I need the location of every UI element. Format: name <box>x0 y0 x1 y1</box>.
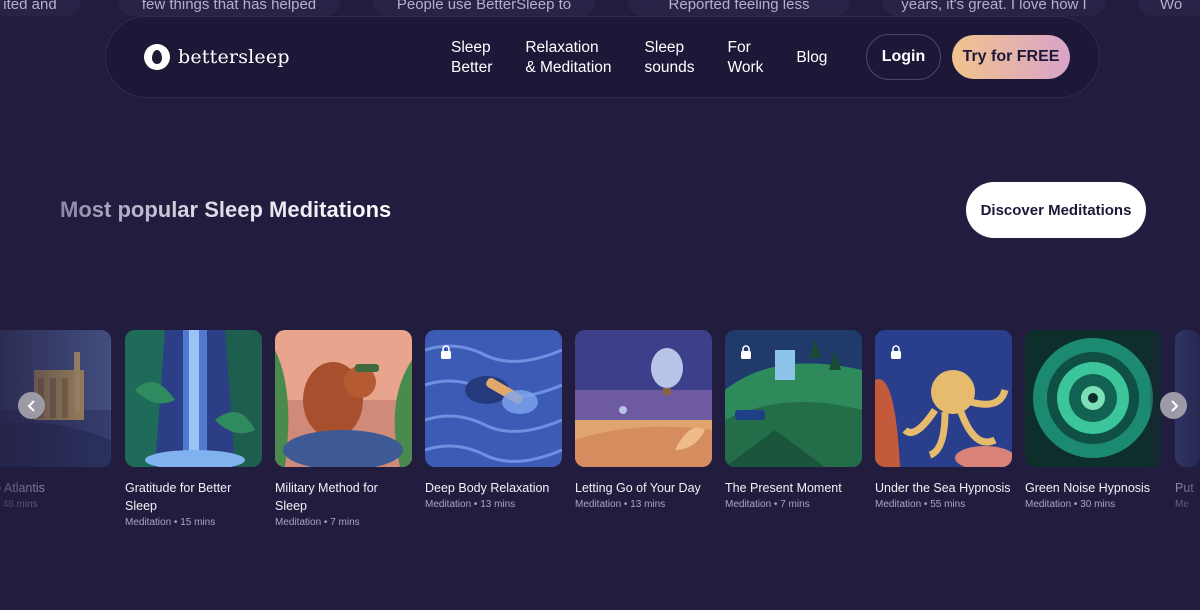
card-title: Letting Go of Your Day <box>575 481 701 495</box>
nav-link-relaxation-meditation[interactable]: Relaxation & Meditation <box>525 38 611 78</box>
nav-link-line: Blog <box>796 49 828 66</box>
card-thumbnail <box>575 330 712 467</box>
card-thumbnail <box>0 330 111 467</box>
nav-links: Sleep Better Relaxation & Meditation Sle… <box>451 17 860 99</box>
nav-link-for-work[interactable]: For Work <box>728 38 764 78</box>
login-button[interactable]: Login <box>866 34 941 80</box>
card-thumbnail <box>875 330 1012 467</box>
bettersleep-logo-icon <box>144 44 170 70</box>
card-meta: Meditation • 7 mins <box>725 499 810 510</box>
testimonial-card: Wo <box>1138 0 1200 16</box>
chevron-right-icon <box>1170 399 1178 412</box>
card-meta: Meditation • 7 mins <box>275 517 360 528</box>
card-thumbnail <box>1025 330 1162 467</box>
nav-link-blog[interactable]: Blog <box>796 48 827 68</box>
card-meta: Meditation • 55 mins <box>875 499 966 510</box>
testimonial-card: People use BetterSleep to <box>373 0 595 16</box>
card-meta: ...on • 48 mins <box>0 499 38 510</box>
card-title: Green Noise Hypnosis <box>1025 481 1151 495</box>
lock-icon <box>441 345 451 359</box>
meditation-card-present-moment[interactable]: The Present Moment Meditation • 7 mins <box>725 330 862 510</box>
testimonial-card: years, it's great. I love how I <box>883 0 1105 16</box>
card-thumbnail <box>275 330 412 467</box>
logo-text: bettersleep <box>178 46 290 68</box>
nav-link-line: Relaxation <box>525 39 599 56</box>
meditation-card-deep-body-relaxation[interactable]: Deep Body Relaxation Meditation • 13 min… <box>425 330 562 510</box>
meditation-card-under-the-sea[interactable]: Under the Sea Hypnosis Meditation • 55 m… <box>875 330 1012 510</box>
card-meta: Meditation • 13 mins <box>425 499 516 510</box>
section-title: Most popular Sleep Meditations <box>60 197 392 222</box>
try-for-free-button[interactable]: Try for FREE <box>952 35 1070 79</box>
testimonial-card: few things that has helped <box>118 0 340 16</box>
meditation-carousel: ey to Atlantis ...on • 48 mins Gratitude… <box>0 330 1200 550</box>
card-title: ey to Atlantis <box>0 481 45 495</box>
card-meta: Meditation • 30 mins <box>1025 499 1116 510</box>
nav-link-line: Sleep <box>644 39 685 56</box>
meditation-card-military-method[interactable]: Military Method for Sleep Meditation • 7… <box>275 330 412 528</box>
testimonial-card: ited and <box>0 0 80 16</box>
nav-link-line: Better <box>451 59 493 76</box>
discover-meditations-button[interactable]: Discover Meditations <box>966 182 1146 238</box>
nav-link-sleep-better[interactable]: Sleep Better <box>451 38 492 78</box>
card-title: The Present Moment <box>725 481 842 495</box>
card-meta: Me <box>1175 499 1189 510</box>
card-title: Put <box>1175 481 1194 495</box>
lock-icon <box>891 345 901 359</box>
nav-link-line: Sleep <box>451 39 491 56</box>
card-title: Military Method for Sleep <box>275 481 378 513</box>
meditation-card-letting-go[interactable]: Letting Go of Your Day Meditation • 13 m… <box>575 330 712 510</box>
meditation-card-partial[interactable]: Put Me <box>1175 330 1200 510</box>
nav-link-sleep-sounds[interactable]: Sleep sounds <box>645 38 695 78</box>
chevron-left-icon <box>27 399 35 412</box>
card-meta: Meditation • 15 mins <box>125 517 216 528</box>
card-thumbnail <box>725 330 862 467</box>
meditation-card-atlantis[interactable]: ey to Atlantis ...on • 48 mins <box>0 330 111 510</box>
testimonial-card: Reported feeling less <box>628 0 850 16</box>
main-nav: bettersleep Sleep Better Relaxation & Me… <box>105 16 1100 98</box>
nav-link-line: Work <box>727 59 764 76</box>
nav-link-line: sounds <box>644 59 695 76</box>
carousel-prev-button[interactable] <box>18 392 45 419</box>
nav-link-line: & Meditation <box>525 59 612 76</box>
logo[interactable]: bettersleep <box>144 44 290 70</box>
card-thumbnail <box>125 330 262 467</box>
card-title: Gratitude for Better Sleep <box>125 481 232 513</box>
card-title: Deep Body Relaxation <box>425 481 550 495</box>
lock-icon <box>741 345 751 359</box>
card-title: Under the Sea Hypnosis <box>875 481 1011 495</box>
card-meta: Meditation • 13 mins <box>575 499 666 510</box>
meditation-card-gratitude[interactable]: Gratitude for Better Sleep Meditation • … <box>125 330 262 528</box>
meditation-card-green-noise[interactable]: Green Noise Hypnosis Meditation • 30 min… <box>1025 330 1162 510</box>
card-thumbnail <box>425 330 562 467</box>
nav-link-line: For <box>727 39 751 56</box>
carousel-next-button[interactable] <box>1160 392 1187 419</box>
